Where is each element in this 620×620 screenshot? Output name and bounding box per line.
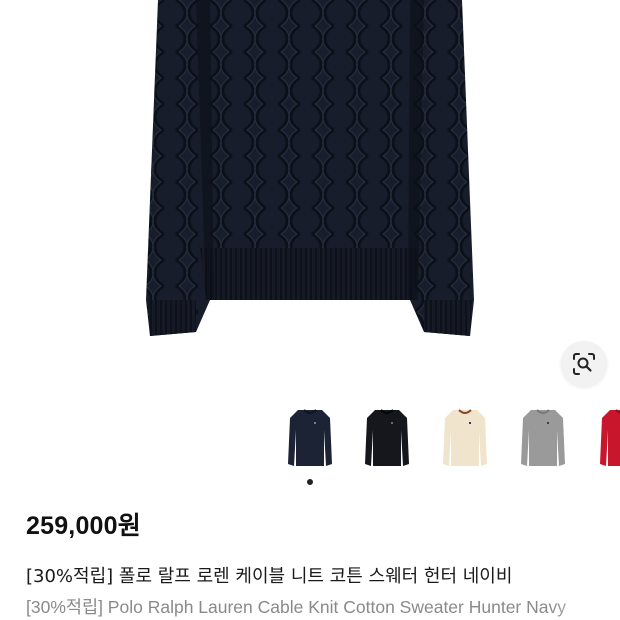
thumbnail-navy[interactable] (280, 400, 340, 476)
product-title-english: [30%적립] Polo Ralph Lauren Cable Knit Cot… (26, 597, 566, 617)
product-price: 259,000원 (26, 512, 141, 540)
thumbnail-image (443, 409, 487, 466)
thumbnail-black[interactable] (357, 400, 417, 476)
thumbnail-image (365, 409, 409, 466)
thumbnail-cream[interactable] (435, 400, 495, 476)
sweater-image (146, 0, 474, 336)
thumbnail-red[interactable] (592, 400, 620, 476)
lens-search-icon (573, 353, 595, 375)
thumbnail-strip (280, 400, 620, 476)
thumbnail-image (600, 409, 620, 466)
product-title-korean: [30%적립] 폴로 랄프 로렌 케이블 니트 코튼 스웨터 헌터 네이비 (26, 566, 513, 587)
thumbnail-image (288, 409, 332, 466)
carousel-indicator-dot (307, 479, 313, 485)
thumbnail-image (521, 409, 565, 466)
product-main-image[interactable] (0, 0, 620, 395)
image-search-button[interactable] (561, 341, 607, 387)
thumbnail-grey[interactable] (513, 400, 573, 476)
